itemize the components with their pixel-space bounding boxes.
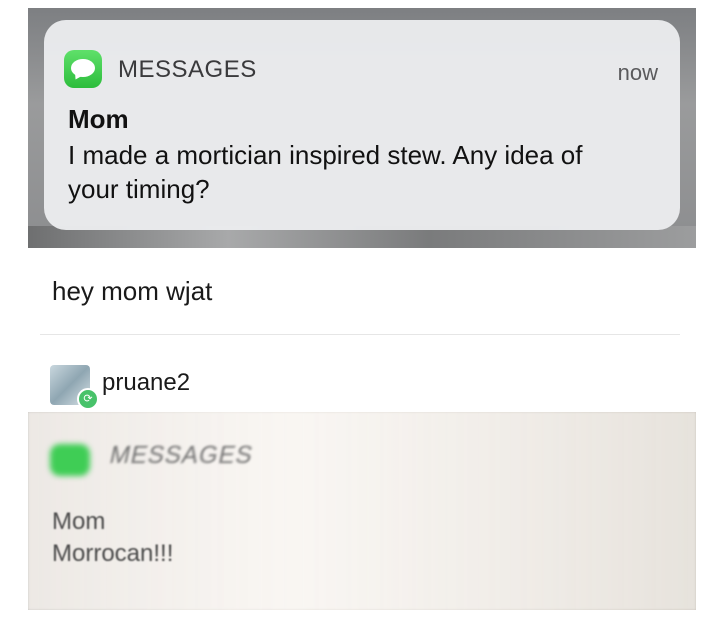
notification-body: I made a mortician inspired stew. Any id…: [68, 140, 583, 204]
notification-photo-top: MESSAGES now Mom I made a mortician insp…: [28, 8, 696, 248]
messages-app-icon-blurred: [50, 444, 90, 476]
reblog-username[interactable]: pruane2: [102, 369, 190, 397]
notification-time: now: [617, 60, 658, 85]
blurred-body: Morrocan!!!: [52, 540, 174, 567]
notification-app-name: MESSAGES: [118, 56, 257, 83]
blurred-sender: Mom: [52, 508, 106, 535]
notification-photo-bottom: MESSAGES Mom Morrocan!!!: [28, 412, 696, 610]
post-divider: [40, 334, 680, 335]
messages-app-icon: [64, 50, 102, 88]
notification-card[interactable]: MESSAGES now Mom I made a mortician insp…: [44, 20, 680, 230]
notification-sender: Mom: [68, 104, 129, 134]
reblog-icon: ⟳: [77, 388, 99, 410]
post-text: hey mom wjat: [52, 276, 213, 306]
blurred-app-name: MESSAGES: [107, 442, 256, 469]
